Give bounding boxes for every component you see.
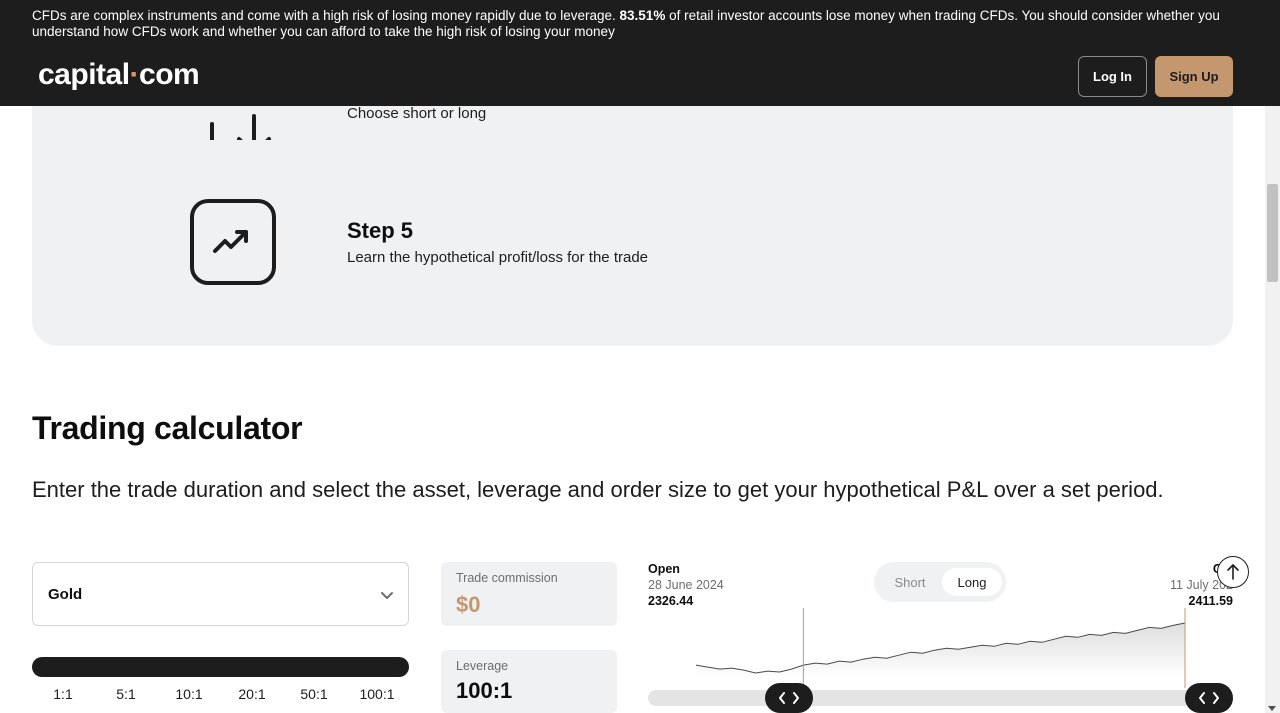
leverage-value: 100:1 bbox=[456, 678, 513, 703]
site-header: CFDs are complex instruments and come wi… bbox=[0, 0, 1280, 106]
leverage-option[interactable]: 1:1 bbox=[53, 686, 72, 702]
login-button[interactable]: Log In bbox=[1078, 56, 1147, 97]
chevron-right-icon bbox=[793, 692, 799, 704]
trade-commission-card: Trade commission $0 bbox=[441, 562, 617, 626]
leverage-option[interactable]: 10:1 bbox=[175, 686, 202, 702]
calculator-title: Trading calculator bbox=[32, 410, 303, 446]
close-value: 2411.59 bbox=[1188, 594, 1234, 608]
leverage-slider[interactable] bbox=[32, 657, 409, 677]
leverage-label: Leverage bbox=[456, 659, 509, 673]
leverage-option[interactable]: 50:1 bbox=[300, 686, 327, 702]
risk-warning: CFDs are complex instruments and come wi… bbox=[32, 8, 1242, 40]
calculator-subtitle: Enter the trade duration and select the … bbox=[32, 477, 1164, 502]
risk-warning-prefix: CFDs are complex instruments and come wi… bbox=[32, 8, 620, 23]
chevron-left-icon bbox=[779, 692, 785, 704]
capital-com-logo[interactable]: capital·com bbox=[38, 58, 200, 92]
range-handle-end[interactable] bbox=[1185, 683, 1233, 713]
arrow-up-icon bbox=[1227, 564, 1239, 580]
step5-description: Learn the hypothetical profit/loss for t… bbox=[347, 249, 649, 266]
scrollbar-thumb[interactable] bbox=[1267, 184, 1278, 282]
leverage-option[interactable]: 5:1 bbox=[116, 686, 135, 702]
direction-short-option[interactable]: Short bbox=[882, 568, 938, 596]
range-handle-start[interactable] bbox=[765, 683, 813, 713]
scroll-to-top-button[interactable] bbox=[1217, 556, 1249, 588]
logo-left: capital bbox=[38, 58, 130, 91]
open-value: 2326.44 bbox=[648, 594, 694, 608]
open-label: Open bbox=[648, 562, 680, 576]
step4-description: Choose short or long bbox=[347, 105, 487, 122]
direction-long-option[interactable]: Long bbox=[942, 568, 1002, 596]
leverage-option[interactable]: 20:1 bbox=[238, 686, 265, 702]
logo-dot: · bbox=[129, 58, 140, 91]
trade-commission-label: Trade commission bbox=[456, 571, 558, 585]
page-scrollbar[interactable] bbox=[1265, 106, 1280, 713]
risk-warning-percent: 83.51% bbox=[619, 8, 666, 23]
leverage-card: Leverage 100:1 bbox=[441, 650, 617, 713]
asset-select-value: Gold bbox=[48, 586, 83, 603]
page: Choose short or long Step 5 Learn the hy… bbox=[0, 0, 1280, 713]
logo-right: com bbox=[139, 58, 200, 91]
price-plot bbox=[695, 608, 1186, 688]
leverage-ticks: 1:1 5:1 10:1 20:1 50:1 100:1 bbox=[32, 686, 409, 706]
range-track[interactable] bbox=[648, 690, 1233, 706]
step5-title: Step 5 bbox=[347, 218, 414, 243]
price-chart: Open 28 June 2024 2326.44 Short Long Clo… bbox=[648, 556, 1249, 713]
leverage-option[interactable]: 100:1 bbox=[359, 686, 394, 702]
price-area bbox=[696, 623, 1185, 678]
trending-up-icon bbox=[190, 199, 276, 285]
signup-button[interactable]: Sign Up bbox=[1155, 56, 1233, 97]
chevron-down-icon bbox=[380, 588, 394, 606]
chevron-left-icon bbox=[1199, 692, 1205, 704]
trade-commission-value: $0 bbox=[456, 592, 481, 617]
chevron-right-icon bbox=[1213, 692, 1219, 704]
scroll-down-arrow-icon[interactable] bbox=[1268, 706, 1276, 711]
asset-select[interactable]: Gold bbox=[32, 562, 409, 626]
direction-toggle[interactable]: Short Long bbox=[874, 562, 1006, 602]
open-date: 28 June 2024 bbox=[648, 578, 724, 592]
